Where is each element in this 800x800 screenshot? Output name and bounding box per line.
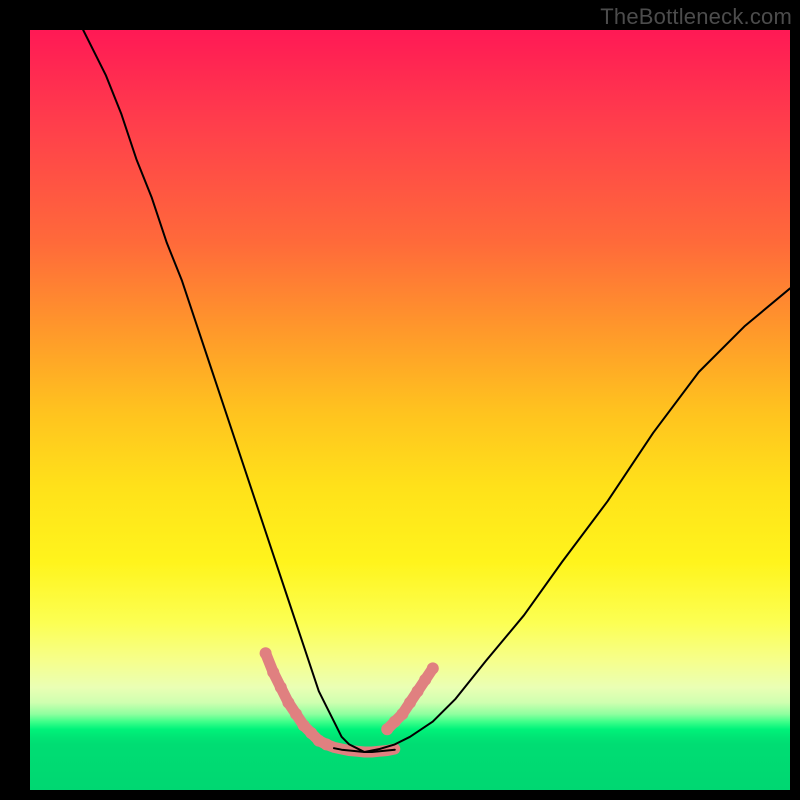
highlight-dot bbox=[282, 697, 294, 709]
highlight-dot bbox=[412, 685, 424, 697]
highlight-dot bbox=[419, 674, 431, 686]
highlight-dot bbox=[427, 662, 439, 674]
highlight-dot bbox=[267, 666, 279, 678]
chart-frame: TheBottleneck.com bbox=[0, 0, 800, 800]
left-branch-path bbox=[83, 30, 364, 752]
highlight-dot bbox=[404, 697, 416, 709]
highlight-dot bbox=[260, 647, 272, 659]
highlight-dot bbox=[275, 681, 287, 693]
watermark-text: TheBottleneck.com bbox=[600, 4, 792, 30]
highlight-dot bbox=[396, 708, 408, 720]
plot-area bbox=[30, 30, 790, 790]
highlight-dot bbox=[290, 708, 302, 720]
highlight-dot bbox=[320, 738, 332, 750]
curve-group bbox=[83, 30, 790, 752]
curve-svg bbox=[30, 30, 790, 790]
